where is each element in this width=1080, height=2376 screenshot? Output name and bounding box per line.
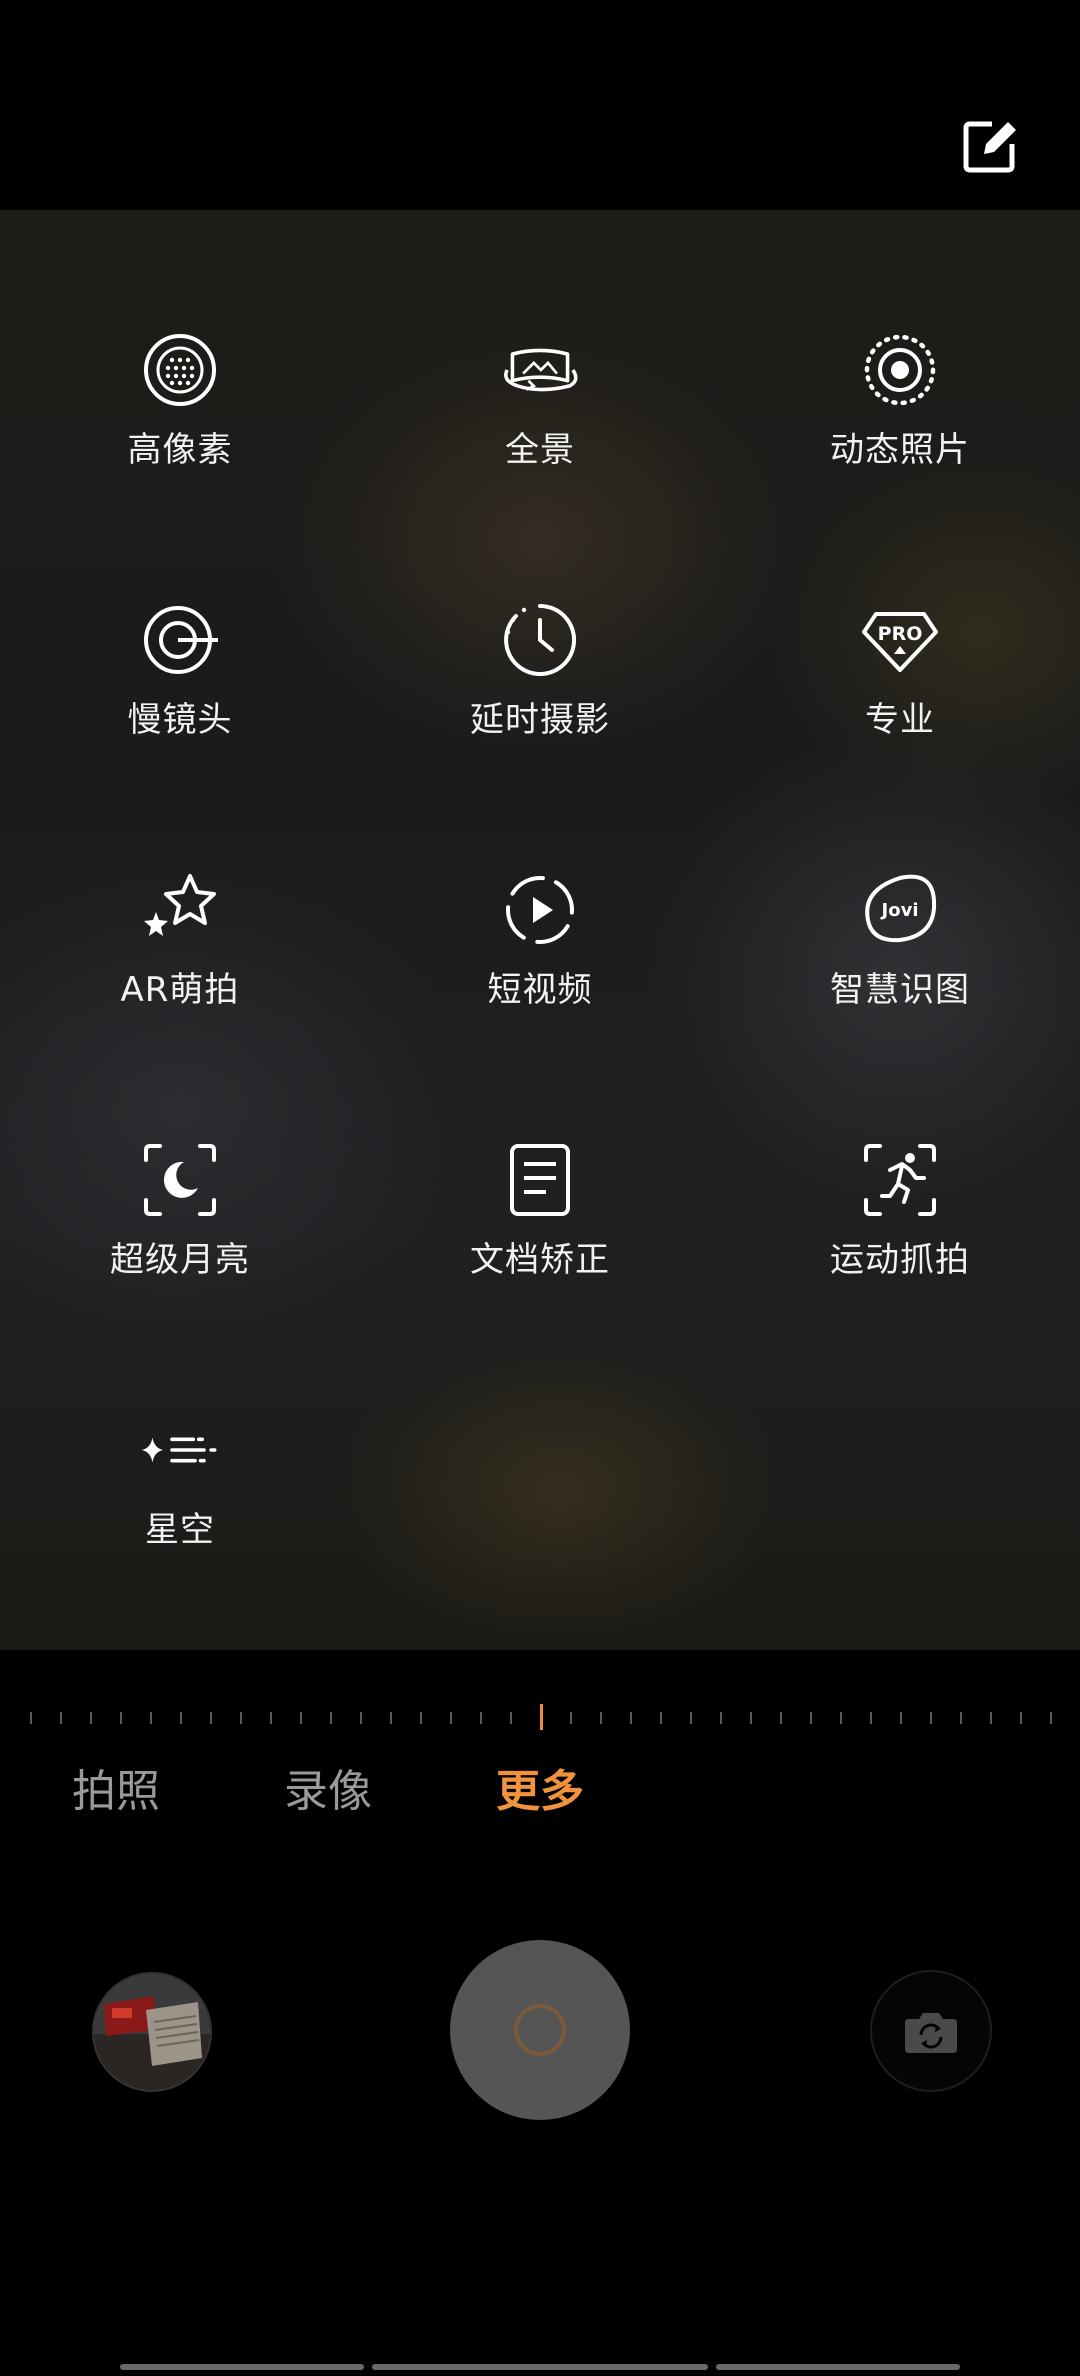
ruler-tick bbox=[300, 1712, 302, 1724]
nav-bar-right[interactable] bbox=[716, 2364, 960, 2370]
mode-live-photo[interactable]: 动态照片 bbox=[720, 310, 1080, 580]
mode-high-pixel[interactable]: 高像素 bbox=[0, 310, 360, 580]
ruler-tick bbox=[1020, 1712, 1022, 1724]
ruler-tick bbox=[30, 1712, 32, 1724]
ruler-tick bbox=[630, 1712, 632, 1724]
mode-super-moon[interactable]: 超级月亮 bbox=[0, 1120, 360, 1390]
svg-text:Jovi: Jovi bbox=[880, 900, 919, 921]
sport-snap-icon bbox=[860, 1140, 940, 1220]
ruler-tick bbox=[570, 1712, 572, 1724]
camera-switch-icon bbox=[905, 2013, 957, 2053]
mode-label: 高像素 bbox=[127, 430, 233, 470]
mode-panorama[interactable]: 全景 bbox=[360, 310, 720, 580]
svg-text:PRO: PRO bbox=[878, 623, 923, 645]
ruler-tick bbox=[90, 1712, 92, 1724]
mode-label: 星空 bbox=[145, 1510, 215, 1550]
ruler-tick bbox=[60, 1712, 62, 1724]
ruler-tick bbox=[360, 1712, 362, 1724]
ruler-tick bbox=[960, 1712, 962, 1724]
slow-motion-icon bbox=[140, 600, 220, 680]
mode-label: AR萌拍 bbox=[120, 970, 240, 1010]
ruler-tick bbox=[450, 1712, 452, 1724]
mode-label: 慢镜头 bbox=[127, 700, 233, 740]
mode-short-video[interactable]: 短视频 bbox=[360, 850, 720, 1120]
ruler-tick bbox=[840, 1712, 842, 1724]
document-icon bbox=[500, 1140, 580, 1220]
camera-screen: 高像素 全景 动态照片 慢镜头 延时摄影 PRO 专业 AR萌拍 短视频 Jov… bbox=[0, 0, 1080, 2376]
ruler-tick bbox=[240, 1712, 242, 1724]
panorama-icon bbox=[500, 330, 580, 410]
mode-ar[interactable]: AR萌拍 bbox=[0, 850, 360, 1120]
ruler-indicator bbox=[540, 1704, 543, 1730]
shutter-center-icon bbox=[514, 2004, 566, 2056]
mode-label: 全景 bbox=[505, 430, 575, 470]
jovi-icon: Jovi bbox=[860, 870, 940, 950]
high-pixel-icon bbox=[140, 330, 220, 410]
ruler-tick bbox=[600, 1712, 602, 1724]
top-bar bbox=[0, 0, 1080, 210]
ruler-tick bbox=[150, 1712, 152, 1724]
mode-label: 智慧识图 bbox=[830, 970, 970, 1010]
nav-bar-center[interactable] bbox=[372, 2364, 708, 2370]
short-video-icon bbox=[500, 870, 580, 950]
mode-time-lapse[interactable]: 延时摄影 bbox=[360, 580, 720, 850]
ruler-tick bbox=[120, 1712, 122, 1724]
mode-label: 延时摄影 bbox=[470, 700, 610, 740]
mode-document[interactable]: 文档矫正 bbox=[360, 1120, 720, 1390]
mode-starry-sky[interactable]: 星空 bbox=[0, 1390, 360, 1660]
ruler-tick bbox=[690, 1712, 692, 1724]
tab-video[interactable]: 录像 bbox=[284, 1755, 372, 1819]
ruler-tick bbox=[780, 1712, 782, 1724]
shutter-button[interactable] bbox=[450, 1940, 630, 2120]
ruler-tick bbox=[390, 1712, 392, 1724]
ruler-tick bbox=[720, 1712, 722, 1724]
mode-tabs: 拍照 录像 更多 bbox=[0, 1755, 1080, 1825]
mode-label: 短视频 bbox=[487, 970, 593, 1010]
mode-panel: 高像素 全景 动态照片 慢镜头 延时摄影 PRO 专业 AR萌拍 短视频 Jov… bbox=[0, 210, 1080, 1650]
mode-jovi[interactable]: Jovi 智慧识图 bbox=[720, 850, 1080, 1120]
mode-label: 运动抓拍 bbox=[830, 1240, 970, 1280]
ruler-tick bbox=[990, 1712, 992, 1724]
ar-stars-icon bbox=[140, 870, 220, 950]
mode-slow-motion[interactable]: 慢镜头 bbox=[0, 580, 360, 850]
nav-bar-left[interactable] bbox=[120, 2364, 364, 2370]
ruler-tick bbox=[1050, 1712, 1052, 1724]
super-moon-icon bbox=[140, 1140, 220, 1220]
ruler-tick bbox=[330, 1712, 332, 1724]
tab-photo[interactable]: 拍照 bbox=[72, 1755, 160, 1819]
mode-label: 专业 bbox=[865, 700, 935, 740]
ruler-tick bbox=[420, 1712, 422, 1724]
ruler-tick bbox=[270, 1712, 272, 1724]
ruler-tick bbox=[210, 1712, 212, 1724]
starry-sky-icon bbox=[140, 1410, 220, 1490]
ruler-tick bbox=[660, 1712, 662, 1724]
mode-grid: 高像素 全景 动态照片 慢镜头 延时摄影 PRO 专业 AR萌拍 短视频 Jov… bbox=[0, 310, 1080, 1660]
pro-icon: PRO bbox=[860, 600, 940, 680]
time-lapse-icon bbox=[500, 600, 580, 680]
ruler-tick bbox=[510, 1712, 512, 1724]
mode-pro[interactable]: PRO 专业 bbox=[720, 580, 1080, 850]
ruler-tick bbox=[870, 1712, 872, 1724]
ruler-tick bbox=[810, 1712, 812, 1724]
mode-scale-ruler[interactable] bbox=[0, 1700, 1080, 1730]
ruler-tick bbox=[900, 1712, 902, 1724]
tab-more[interactable]: 更多 bbox=[496, 1755, 584, 1819]
ruler-tick bbox=[930, 1712, 932, 1724]
gallery-thumbnail[interactable] bbox=[92, 1972, 212, 2092]
ruler-tick bbox=[480, 1712, 482, 1724]
edit-icon[interactable] bbox=[962, 118, 1018, 174]
mode-label: 超级月亮 bbox=[110, 1240, 250, 1280]
live-photo-icon bbox=[860, 330, 940, 410]
mode-sport-snap[interactable]: 运动抓拍 bbox=[720, 1120, 1080, 1390]
camera-switch-button[interactable] bbox=[870, 1970, 992, 2092]
ruler-tick bbox=[750, 1712, 752, 1724]
mode-label: 文档矫正 bbox=[470, 1240, 610, 1280]
ruler-tick bbox=[180, 1712, 182, 1724]
mode-label: 动态照片 bbox=[830, 430, 970, 470]
